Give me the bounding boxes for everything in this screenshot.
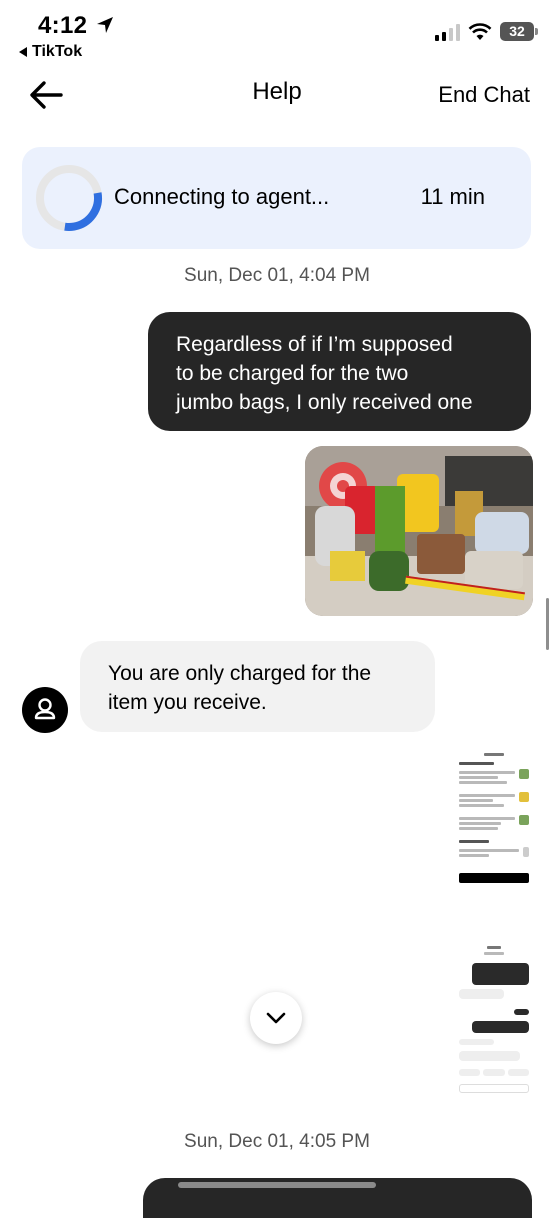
home-indicator bbox=[178, 1182, 376, 1188]
agent-avatar bbox=[22, 687, 68, 733]
battery-icon: 32 bbox=[500, 22, 538, 41]
message-line: You are only charged for the bbox=[108, 662, 372, 685]
photo-attachment[interactable] bbox=[305, 446, 533, 616]
back-app-label: TikTok bbox=[32, 43, 83, 60]
message-timestamp: Sun, Dec 01, 4:05 PM bbox=[184, 1131, 370, 1152]
scroll-to-bottom-button[interactable] bbox=[250, 992, 302, 1044]
back-triangle-icon bbox=[19, 47, 27, 57]
progress-ring-icon bbox=[36, 165, 102, 231]
message-line: item you receive. bbox=[108, 691, 267, 714]
agent-wait-time: 11 min bbox=[420, 184, 485, 209]
incoming-message-bubble[interactable]: You are only charged for the item you re… bbox=[80, 641, 435, 732]
message-line: to be charged for the two bbox=[176, 362, 409, 385]
scrollbar[interactable] bbox=[546, 598, 549, 650]
agent-status-label: Connecting to agent... bbox=[114, 184, 330, 209]
location-arrow-icon bbox=[97, 17, 114, 33]
screenshot-attachment[interactable] bbox=[454, 935, 534, 1105]
end-chat-button[interactable]: End Chat bbox=[438, 82, 530, 108]
person-icon bbox=[34, 698, 56, 720]
battery-level: 32 bbox=[509, 23, 525, 39]
back-to-app-link[interactable]: TikTok bbox=[18, 43, 82, 61]
status-indicators: 32 bbox=[435, 22, 538, 41]
groceries-photo bbox=[305, 446, 533, 616]
wifi-icon bbox=[468, 22, 492, 40]
screenshot-attachment[interactable] bbox=[454, 744, 534, 914]
status-time-text: 4:12 bbox=[38, 12, 88, 39]
message-line: Regardless of if I’m supposed bbox=[176, 333, 453, 356]
message-line: jumbo bags, I only received one bbox=[176, 391, 473, 414]
outgoing-message-bubble[interactable]: Regardless of if I’m supposed to be char… bbox=[148, 312, 531, 431]
agent-status-card: Connecting to agent... 11 min bbox=[22, 147, 531, 249]
chevron-down-icon bbox=[266, 1012, 286, 1024]
status-time: 4:12 bbox=[38, 12, 114, 40]
message-timestamp: Sun, Dec 01, 4:04 PM bbox=[184, 265, 370, 286]
cellular-signal-icon bbox=[435, 23, 460, 41]
